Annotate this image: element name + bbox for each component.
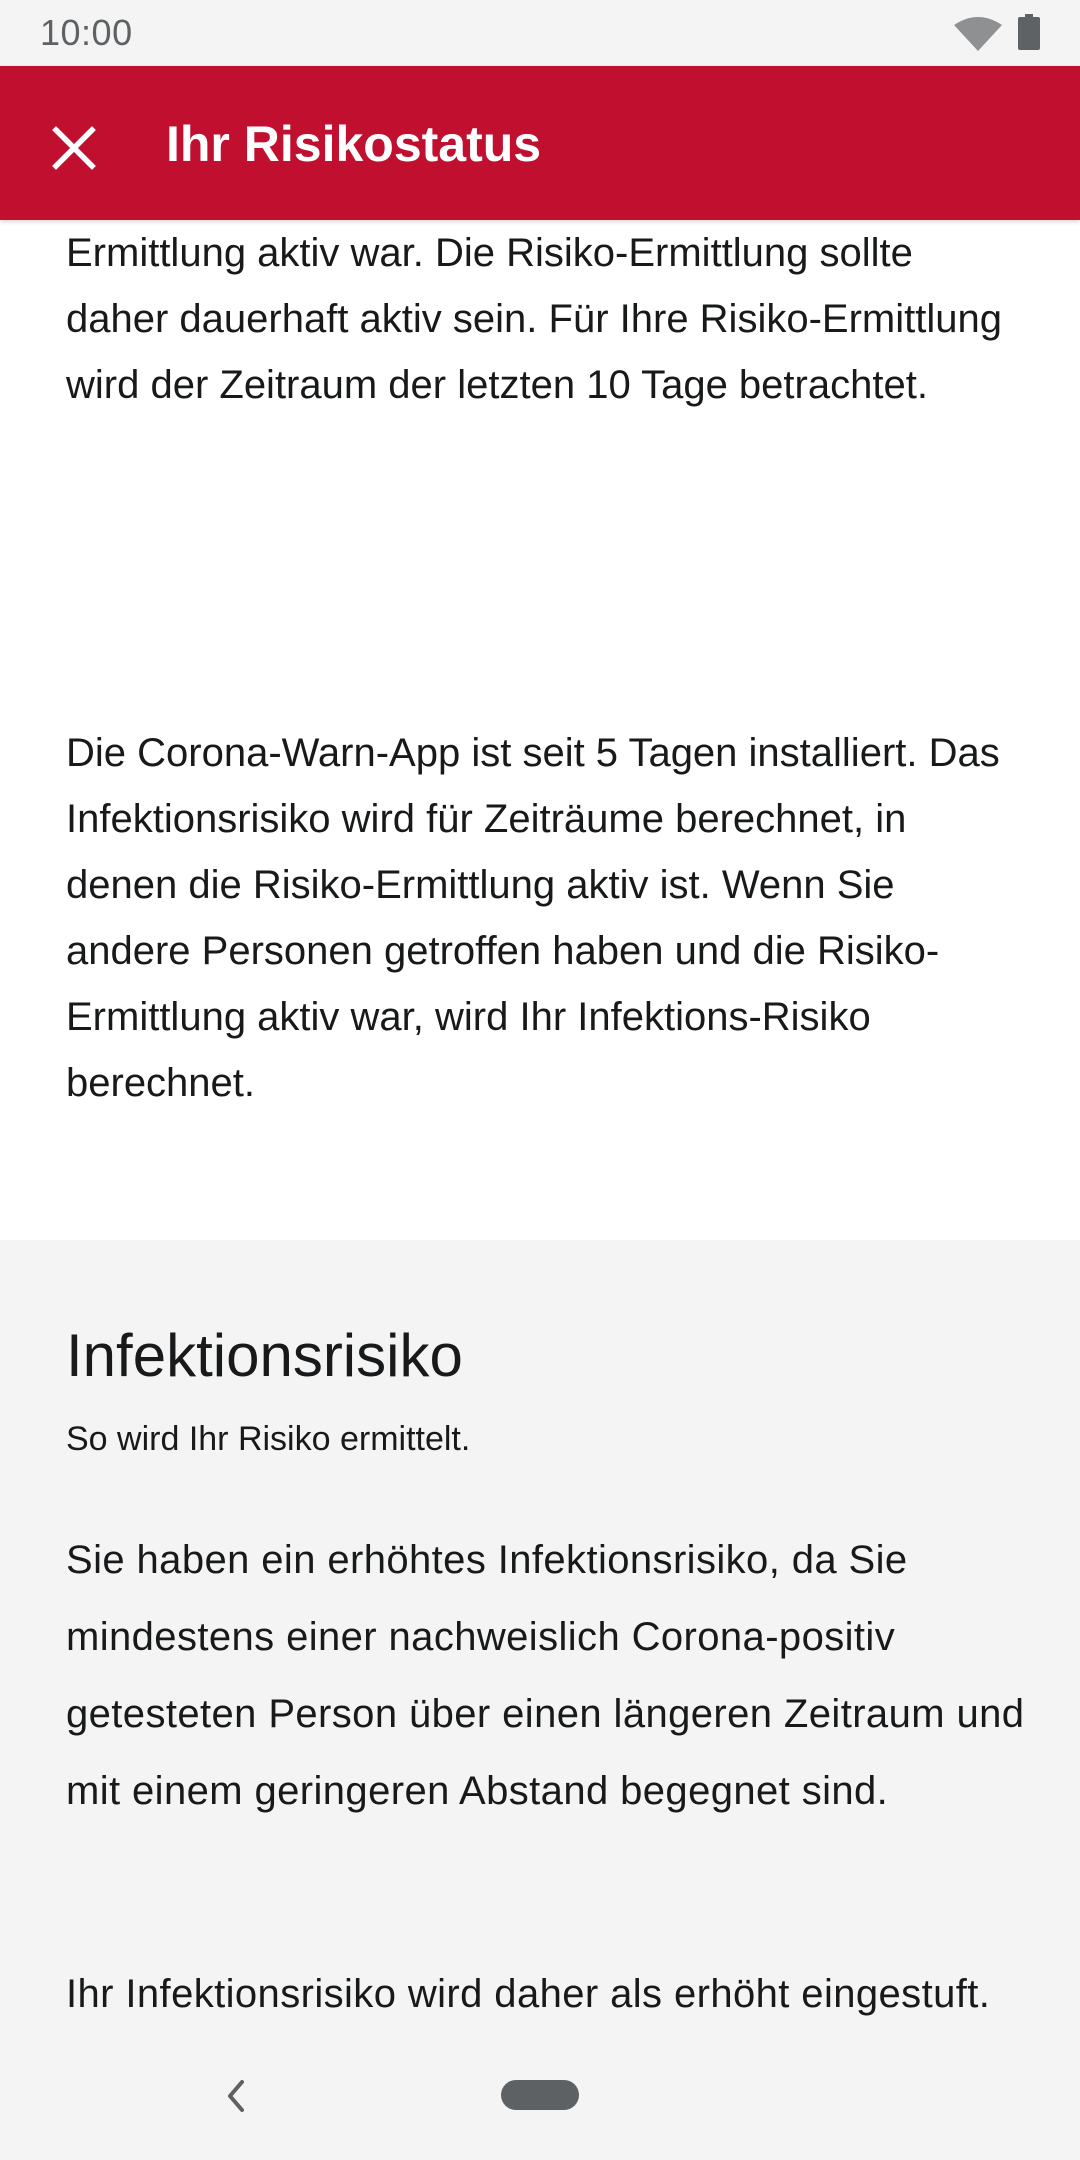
close-icon xyxy=(52,126,96,170)
infection-risk-section: Infektionsrisiko So wird Ihr Risiko ermi… xyxy=(0,1240,1080,2026)
navigation-bar xyxy=(0,2026,1080,2160)
page-title: Ihr Risikostatus xyxy=(166,116,542,172)
risk-details-section: nur für die Zeiträume erfolgen, an denen… xyxy=(0,220,1080,1240)
app-bar: Ihr Risikostatus xyxy=(0,66,1080,220)
infection-paragraph-2: Ihr Infektionsrisiko wird daher als erhö… xyxy=(66,1972,991,2016)
install-paragraph: Die Corona-Warn-App ist seit 5 Tagen ins… xyxy=(66,731,1000,1105)
scroll-content[interactable]: nur für die Zeiträume erfolgen, an denen… xyxy=(0,220,1080,2026)
infection-paragraph-1: Sie haben ein erhöhtes Infektionsrisiko,… xyxy=(66,1538,1025,1813)
back-button[interactable] xyxy=(206,2066,266,2126)
status-time: 10:00 xyxy=(40,12,133,53)
section-title: Infektionsrisiko xyxy=(66,1322,463,1389)
battery-icon xyxy=(1018,14,1040,50)
wifi-icon xyxy=(954,17,1002,51)
status-bar: 10:00 xyxy=(0,0,1080,66)
back-icon xyxy=(228,2080,244,2112)
close-button[interactable] xyxy=(36,110,112,186)
home-pill[interactable] xyxy=(501,2080,579,2110)
intro-paragraph: nur für die Zeiträume erfolgen, an denen… xyxy=(66,231,1002,407)
section-subtitle: So wird Ihr Risiko ermittelt. xyxy=(66,1420,471,1458)
